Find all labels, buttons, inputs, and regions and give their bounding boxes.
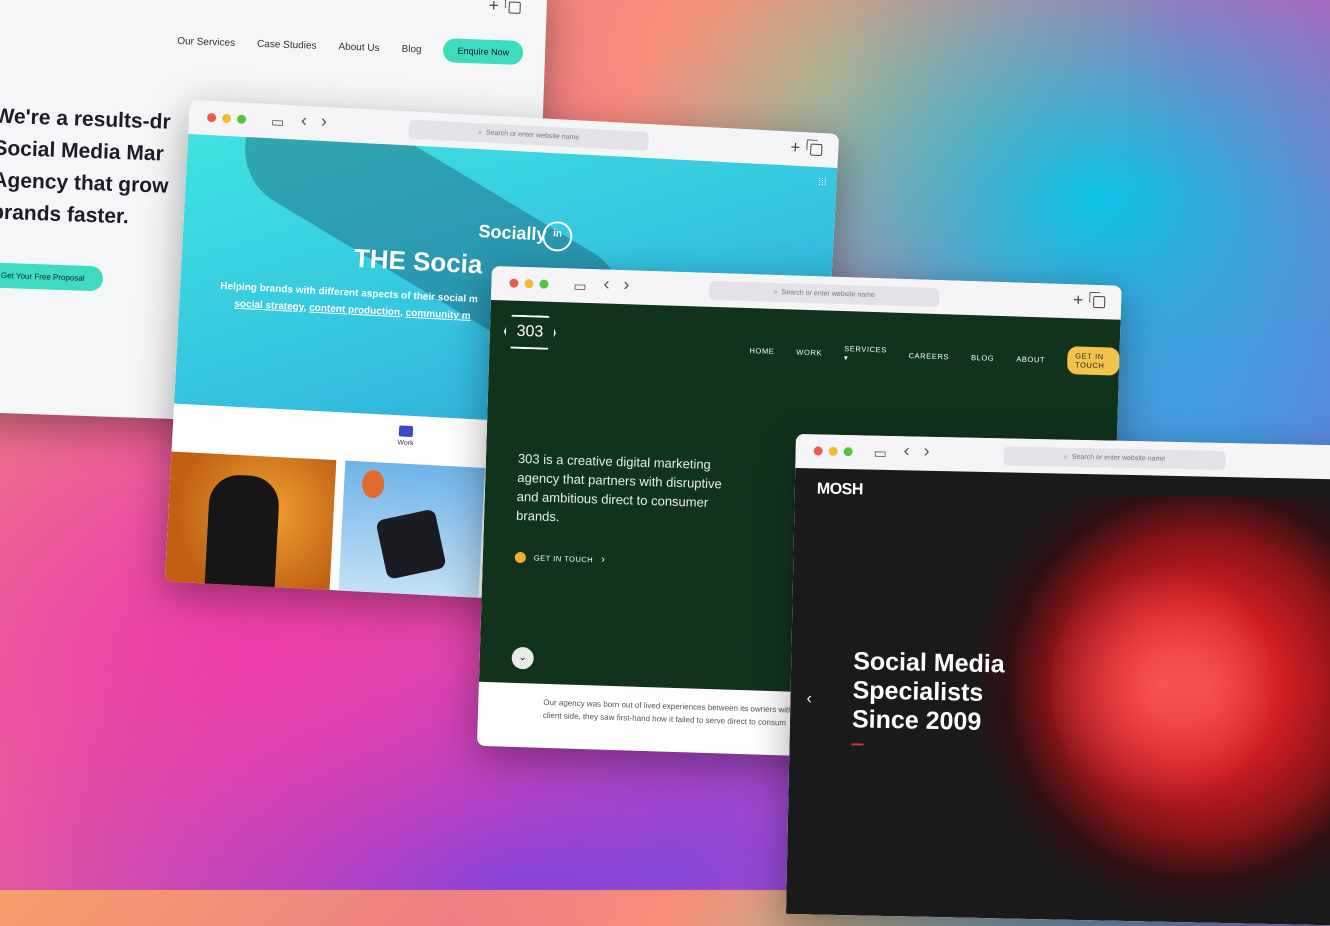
browser-window-mosh: ▭ ‹ › ⌕ Search or enter website name MOS… (785, 434, 1330, 926)
link-community[interactable]: community m (405, 308, 471, 322)
close-window-button[interactable] (509, 278, 519, 288)
site-nav: Our Services Case Studies About Us Blog … (177, 29, 524, 66)
window-controls: + (488, 0, 521, 17)
tab-work-label: Work (397, 439, 414, 448)
balloon-shape (361, 469, 385, 499)
back-icon[interactable]: ‹ (301, 110, 308, 130)
address-placeholder: Search or enter website name (485, 129, 580, 142)
chevron-right-icon: › (600, 553, 606, 566)
sidebar-icon[interactable]: ▭ (573, 277, 587, 295)
nav-blog[interactable]: Blog (401, 43, 421, 55)
minimize-window-button[interactable] (221, 113, 232, 124)
free-proposal-button[interactable]: Get Your Free Proposal (0, 262, 103, 292)
hero-section: MOSH ‹ Social Media Specialists Since 20… (785, 467, 1330, 926)
nav-case-studies[interactable]: Case Studies (257, 38, 317, 51)
address-bar[interactable]: ⌕ Search or enter website name (408, 119, 649, 152)
headline-line-2: Specialists (852, 676, 984, 707)
link-content-production[interactable]: content production (309, 303, 401, 319)
traffic-lights (509, 278, 549, 289)
sneaker-shape (375, 508, 447, 580)
portfolio-image-man[interactable] (164, 451, 337, 600)
nav-our-services[interactable]: Our Services (177, 35, 235, 48)
logo-circle: in (541, 220, 574, 253)
search-icon: ⌕ (477, 128, 483, 136)
back-icon[interactable]: ‹ (903, 440, 909, 460)
traffic-lights (206, 112, 247, 124)
nav-blog[interactable]: BLOG (971, 353, 995, 363)
minimize-window-button[interactable] (524, 279, 534, 289)
close-window-button[interactable] (206, 112, 217, 123)
nav-home[interactable]: HOME (749, 346, 774, 356)
search-icon: ⌕ (1063, 453, 1068, 461)
hero-title: THE Socia (353, 242, 484, 280)
minimize-window-button[interactable] (828, 446, 838, 456)
scroll-down-button[interactable]: ⌄ (511, 646, 535, 670)
nav-about[interactable]: ABOUT (1016, 354, 1045, 364)
site-logo[interactable]: 303 (503, 314, 556, 350)
logo-suffix: in (552, 228, 563, 240)
search-icon: ⌕ (773, 288, 778, 296)
logo-text: Socially (478, 221, 548, 245)
zoom-window-button[interactable] (236, 114, 247, 124)
tab-work[interactable]: Work (397, 425, 414, 447)
new-tab-icon[interactable]: + (1073, 290, 1084, 310)
sidebar-icon[interactable]: ▭ (873, 444, 887, 462)
nav-work[interactable]: WORK (796, 347, 822, 357)
headline-line-3: Since 2009 (851, 705, 982, 736)
window-controls: + (790, 138, 823, 160)
sidebar-icon[interactable]: ▭ (271, 112, 285, 131)
traffic-lights (813, 446, 853, 457)
grid-menu-icon[interactable]: ⁞⁞⁞ (818, 177, 827, 188)
man-figure (204, 473, 281, 598)
address-placeholder: Search or enter website name (1071, 453, 1166, 463)
nav-about-us[interactable]: About Us (338, 41, 379, 53)
get-in-touch-link[interactable]: GET IN TOUCH › (514, 551, 606, 566)
address-placeholder: Search or enter website name (781, 289, 876, 300)
link-social-strategy[interactable]: social strategy (234, 299, 304, 314)
previous-slide-icon[interactable]: ‹ (806, 690, 812, 708)
nav-careers[interactable]: CAREERS (908, 351, 949, 361)
tabs-overview-icon[interactable] (809, 143, 823, 157)
forward-icon[interactable]: › (623, 274, 630, 294)
new-tab-icon[interactable]: + (488, 0, 499, 16)
site-nav: HOME WORK SERVICES ▾ CAREERS BLOG ABOUT … (749, 336, 1120, 376)
agency-description: 303 is a creative digital marketing agen… (515, 450, 723, 525)
forward-icon[interactable]: › (321, 111, 328, 131)
work-icon (398, 425, 414, 438)
new-tab-icon[interactable]: + (790, 138, 801, 158)
window-controls: + (1073, 290, 1106, 311)
nav-services[interactable]: SERVICES ▾ (844, 344, 887, 363)
address-bar[interactable]: ⌕ Search or enter website name (1003, 446, 1226, 470)
zoom-window-button[interactable] (843, 447, 853, 457)
tabs-overview-icon[interactable] (1092, 295, 1106, 309)
tabs-overview-icon[interactable] (508, 1, 521, 14)
site-logo[interactable]: MOSH (817, 480, 863, 499)
hero-headline: Social Media Specialists Since 2009 (852, 647, 1005, 737)
accent-underline (851, 743, 864, 746)
bullet-icon (514, 551, 527, 563)
get-in-touch-label: GET IN TOUCH (533, 552, 594, 564)
site-logo[interactable]: Socially in (478, 217, 574, 253)
get-in-touch-nav-button[interactable]: GET IN TOUCH (1066, 346, 1120, 376)
forward-icon[interactable]: › (923, 441, 929, 461)
enquire-now-button[interactable]: Enquire Now (443, 38, 524, 66)
back-icon[interactable]: ‹ (603, 274, 610, 294)
portfolio-image-sneaker[interactable] (338, 460, 486, 608)
close-window-button[interactable] (813, 446, 823, 456)
zoom-window-button[interactable] (539, 279, 549, 289)
headline-line-1: Social Media (852, 647, 1005, 679)
address-bar[interactable]: ⌕ Search or enter website name (709, 280, 940, 308)
